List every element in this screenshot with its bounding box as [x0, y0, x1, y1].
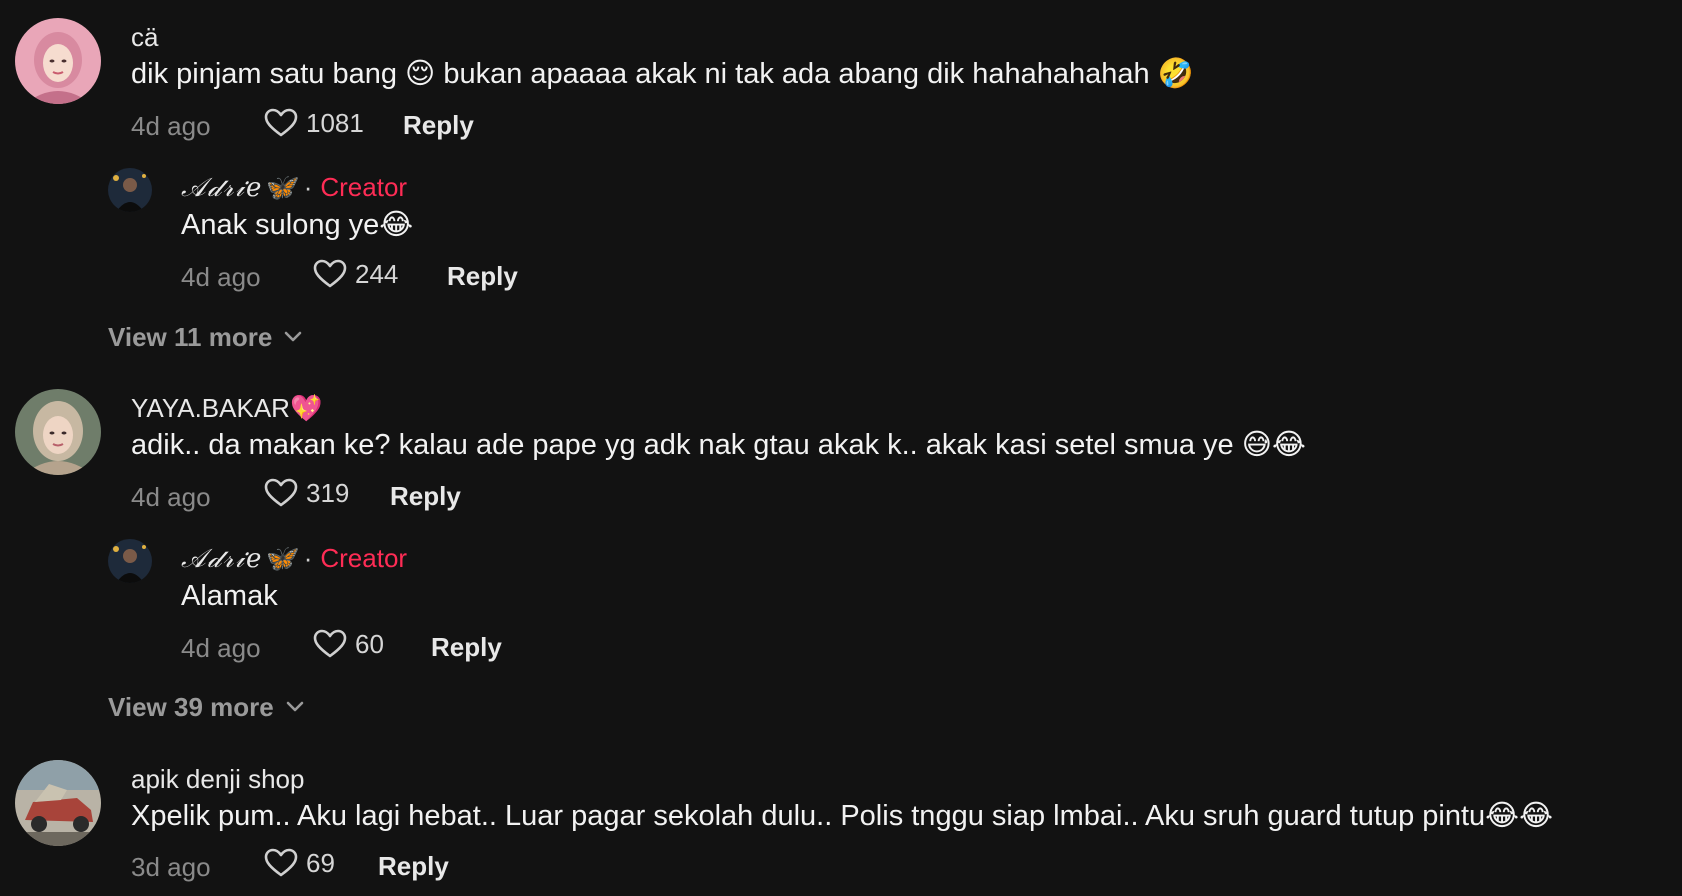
reply-button[interactable]: Reply	[403, 110, 474, 140]
comment-text: Xpelik pum.. Aku lagi hebat.. Luar pagar…	[131, 800, 1553, 832]
creator-avatar[interactable]	[108, 539, 152, 583]
user-avatar[interactable]	[15, 18, 101, 104]
separator-dot: ·	[303, 543, 313, 573]
comment-timestamp: 4d ago	[131, 482, 211, 512]
heart-icon	[264, 848, 298, 877]
reply-text: Alamak	[181, 580, 278, 612]
reply-button[interactable]: Reply	[431, 632, 502, 662]
heart-icon	[313, 259, 347, 288]
reply-button[interactable]: Reply	[447, 261, 518, 291]
like-button[interactable]: 69	[264, 848, 335, 878]
user-avatar-car-icon	[15, 760, 101, 846]
like-count: 244	[355, 259, 399, 289]
reply-like-button[interactable]: 60	[313, 629, 384, 659]
chevron-down-icon	[286, 701, 304, 712]
reply-like-button[interactable]: 244	[313, 259, 398, 289]
comment-username[interactable]: apik denji shop	[131, 764, 304, 794]
reply-text: Anak sulong ye😂	[181, 209, 414, 241]
user-avatar-beige-hijab-icon	[15, 389, 101, 475]
creator-badge: Creator	[320, 543, 408, 573]
creator-avatar-icon	[108, 168, 152, 212]
heart-icon	[264, 108, 298, 137]
creator-avatar[interactable]	[108, 168, 152, 212]
view-more-replies-button[interactable]: View 11 more	[108, 322, 302, 352]
heart-icon	[313, 629, 347, 658]
creator-badge: Creator	[320, 172, 408, 202]
like-count: 1081	[306, 108, 364, 138]
heart-icon	[264, 478, 298, 507]
like-count: 319	[306, 478, 350, 508]
reply-username-row: 𝒜𝒹𝓇𝒾𝑒🦋 · Creator	[181, 543, 407, 574]
like-count: 69	[306, 848, 335, 878]
reply-button[interactable]: Reply	[390, 481, 461, 511]
separator-dot: ·	[303, 172, 313, 202]
like-button[interactable]: 319	[264, 478, 349, 508]
user-avatar[interactable]	[15, 389, 101, 475]
comment-text: dik pinjam satu bang 😌 bukan apaaaa akak…	[131, 58, 1194, 90]
comment-timestamp: 3d ago	[131, 852, 211, 882]
creator-avatar-icon	[108, 539, 152, 583]
reply-timestamp: 4d ago	[181, 262, 261, 292]
user-avatar-pink-hijab-icon	[15, 18, 101, 104]
view-more-label: View 39 more	[108, 692, 274, 722]
like-button[interactable]: 1081	[264, 108, 364, 138]
reply-timestamp: 4d ago	[181, 633, 261, 663]
comment-timestamp: 4d ago	[131, 111, 211, 141]
like-count: 60	[355, 629, 384, 659]
reply-username-row: 𝒜𝒹𝓇𝒾𝑒🦋 · Creator	[181, 172, 407, 203]
reply-username[interactable]: 𝒜𝒹𝓇𝒾𝑒🦋	[181, 173, 298, 203]
comment-username[interactable]: YAYA.BAKAR💖	[131, 393, 322, 423]
view-more-replies-button[interactable]: View 39 more	[108, 692, 304, 722]
reply-username[interactable]: 𝒜𝒹𝓇𝒾𝑒🦋	[181, 544, 298, 574]
chevron-down-icon	[284, 331, 302, 342]
view-more-label: View 11 more	[108, 322, 273, 352]
reply-button[interactable]: Reply	[378, 851, 449, 881]
comment-username[interactable]: cä	[131, 22, 158, 52]
comment-text: adik.. da makan ke? kalau ade pape yg ad…	[131, 429, 1306, 461]
user-avatar[interactable]	[15, 760, 101, 846]
